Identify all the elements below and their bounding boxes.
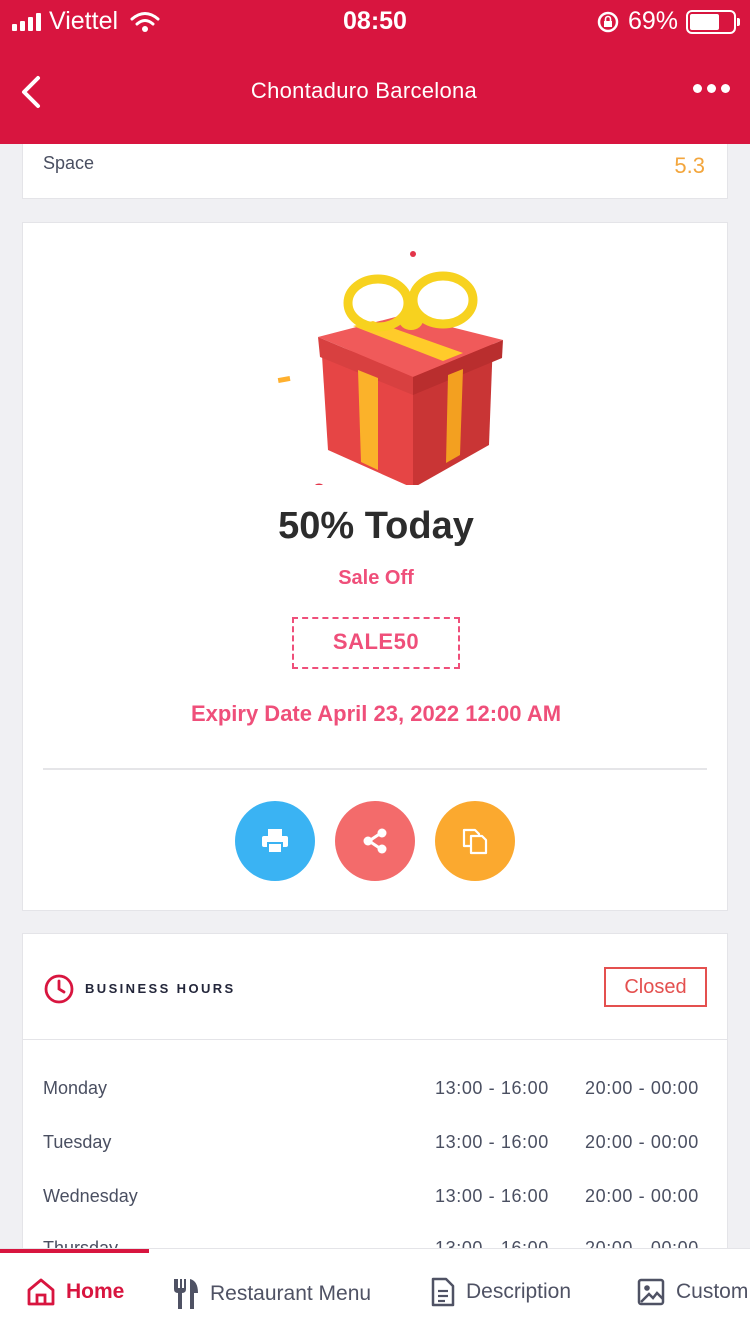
- print-button[interactable]: [235, 801, 315, 881]
- hours-day: Wednesday: [43, 1186, 138, 1206]
- tab-label: Custom: [676, 1280, 749, 1303]
- page-title: Chontaduro Barcelona: [250, 78, 478, 103]
- coupon-subtitle: Sale Off: [338, 567, 414, 589]
- hours-slot: 20:00 - 00:00: [585, 1186, 699, 1206]
- business-hours-title: BUSINESS HOURS: [85, 981, 236, 996]
- coupon-card: 50% Today Sale Off SALE50 Expiry Date Ap…: [22, 222, 728, 911]
- share-button[interactable]: [335, 801, 415, 881]
- app-header: Viettel 08:50 69% Chontaduro Barcelona: [0, 0, 750, 144]
- status-badge: Closed: [604, 967, 707, 1007]
- hours-row: Tuesday 13:00 - 16:00 20:00 - 00:00: [23, 1132, 727, 1162]
- home-icon: [27, 1278, 55, 1306]
- print-icon: [262, 829, 288, 854]
- image-icon: [637, 1278, 665, 1306]
- hours-slot: 20:00 - 00:00: [585, 1078, 699, 1098]
- hours-slot: 13:00 - 16:00: [435, 1186, 549, 1206]
- tab-home[interactable]: Home: [26, 1277, 124, 1307]
- space-card: Space 5.3: [22, 144, 728, 199]
- hours-day: Tuesday: [43, 1132, 112, 1152]
- fork-knife-icon: [174, 1279, 198, 1309]
- hours-row: Wednesday 13:00 - 16:00 20:00 - 00:00: [23, 1186, 727, 1216]
- more-dots-icon[interactable]: [693, 84, 730, 93]
- hours-row: Monday 13:00 - 16:00 20:00 - 00:00: [23, 1078, 727, 1108]
- tab-label: Home: [66, 1280, 125, 1303]
- status-bar: Viettel 08:50 69%: [0, 0, 750, 42]
- document-icon: [431, 1277, 455, 1307]
- divider: [23, 1039, 727, 1040]
- coupon-expiry: Expiry Date April 23, 2022 12:00 AM: [190, 701, 562, 726]
- space-value: 5.3: [674, 153, 705, 178]
- tab-label: Restaurant Menu: [210, 1282, 372, 1305]
- coupon-title: 50% Today: [278, 505, 474, 547]
- battery-percent: 69%: [627, 7, 678, 35]
- coupon-code[interactable]: SALE50: [292, 617, 460, 669]
- copy-icon: [462, 828, 488, 855]
- business-hours-card: BUSINESS HOURS Closed Monday 13:00 - 16:…: [22, 933, 728, 1253]
- tab-label: Description: [466, 1280, 572, 1303]
- tab-description[interactable]: Description: [430, 1277, 571, 1307]
- hours-day: Monday: [43, 1078, 108, 1098]
- tab-custom[interactable]: Custom: [636, 1277, 748, 1307]
- copy-button[interactable]: [435, 801, 515, 881]
- active-tab-indicator: [0, 1249, 149, 1253]
- hours-slot: 13:00 - 16:00: [435, 1078, 549, 1098]
- space-label: Space: [43, 153, 95, 173]
- share-icon: [363, 828, 387, 854]
- gift-box-icon: [277, 251, 503, 485]
- hours-slot: 13:00 - 16:00: [435, 1132, 549, 1152]
- divider: [43, 768, 707, 770]
- rotation-lock-icon: [597, 11, 619, 32]
- bottom-tab-bar: Home Restaurant Menu Description Custom: [0, 1248, 750, 1334]
- battery-icon: [686, 9, 740, 34]
- tab-restaurant-menu[interactable]: Restaurant Menu: [172, 1277, 371, 1311]
- hours-slot: 20:00 - 00:00: [585, 1132, 699, 1152]
- status-right: 69%: [596, 7, 740, 36]
- clock-icon: [44, 974, 74, 1004]
